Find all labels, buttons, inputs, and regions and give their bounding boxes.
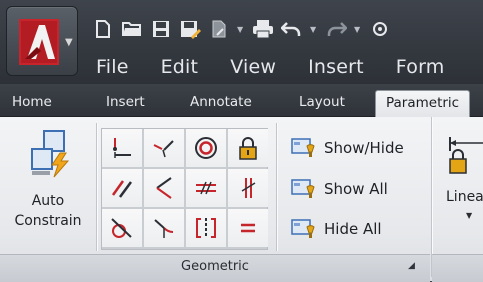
plot-icon[interactable] <box>208 18 230 40</box>
linear-dimension-icon[interactable] <box>448 133 483 183</box>
hide-all-button[interactable]: Hide All <box>290 217 382 241</box>
redo-icon[interactable] <box>325 18 347 40</box>
horizontal-button[interactable] <box>186 169 226 207</box>
save-as-icon[interactable] <box>179 18 201 40</box>
save-icon[interactable] <box>150 18 172 40</box>
menu-insert[interactable]: Insert <box>308 56 364 78</box>
show-hide-label: Show/Hide <box>324 139 404 157</box>
show-hide-button[interactable]: Show/Hide <box>290 136 404 160</box>
chevron-down-icon[interactable]: ▼ <box>237 25 245 34</box>
menu-format[interactable]: Form <box>396 56 445 78</box>
tangent-icon <box>111 218 132 238</box>
geometric-constraints-grid <box>101 128 268 250</box>
menu-view[interactable]: View <box>230 56 276 78</box>
separator <box>96 123 97 251</box>
perpendicular-icon <box>156 177 172 199</box>
auto-constrain-label-1: Auto <box>31 193 65 209</box>
separator <box>431 117 432 277</box>
menu-bar: File Edit View Insert Form <box>96 50 476 84</box>
equal-icon <box>241 223 255 233</box>
application-menu-button[interactable]: ▼ <box>6 6 78 76</box>
tab-insert[interactable]: Insert <box>106 90 145 116</box>
parallel-button[interactable] <box>102 169 142 207</box>
autocad-logo-icon <box>19 19 59 65</box>
fix-button[interactable] <box>228 129 268 167</box>
ribbon-tabs: Home Insert Annotate Layout Parametric <box>0 86 483 117</box>
fix-icon <box>239 137 257 160</box>
dialog-launcher-icon[interactable]: ◢ <box>408 261 418 271</box>
auto-constrain-label-2: Constrain <box>14 213 82 229</box>
vertical-icon <box>241 178 256 198</box>
collinear-icon <box>153 140 174 158</box>
chevron-down-icon[interactable]: ▼ <box>466 211 472 220</box>
menu-file[interactable]: File <box>96 56 129 78</box>
smooth-button[interactable] <box>144 209 184 247</box>
title-bar: ▼ ▼ ▼ ▼ File Edit View Insert Form <box>0 0 483 84</box>
panel-label: Geometric <box>181 259 249 274</box>
coincident-icon <box>113 138 131 158</box>
horizontal-icon <box>196 181 216 195</box>
equal-button[interactable] <box>228 209 268 247</box>
ribbon-panel: Auto Constrain Show/Hide Show All Hide A… <box>0 117 483 282</box>
linear-label[interactable]: Linea <box>446 189 483 205</box>
perpendicular-button[interactable] <box>144 169 184 207</box>
chevron-down-icon[interactable]: ▼ <box>310 25 318 34</box>
tab-parametric[interactable]: Parametric <box>375 90 471 117</box>
vertical-button[interactable] <box>228 169 268 207</box>
auto-constrain-icon[interactable] <box>30 129 78 181</box>
menu-edit[interactable]: Edit <box>161 56 199 78</box>
tab-annotate[interactable]: Annotate <box>190 90 252 116</box>
show-hide-icon <box>291 138 315 157</box>
workspace-icon[interactable] <box>369 18 391 40</box>
symmetric-icon <box>196 218 216 238</box>
hide-all-label: Hide All <box>324 220 382 238</box>
new-file-icon[interactable] <box>92 18 114 40</box>
show-all-button[interactable]: Show All <box>290 177 388 201</box>
geometric-panel-title: Geometric ◢ <box>0 254 430 282</box>
parallel-icon <box>111 180 133 198</box>
chevron-down-icon[interactable]: ▼ <box>354 25 362 34</box>
show-all-icon <box>291 179 315 198</box>
concentric-icon <box>195 137 217 159</box>
collinear-button[interactable] <box>144 129 184 167</box>
print-icon[interactable] <box>252 18 274 40</box>
concentric-button[interactable] <box>186 129 226 167</box>
tangent-button[interactable] <box>102 209 142 247</box>
symmetric-button[interactable] <box>186 209 226 247</box>
panel-title-bar <box>432 254 483 282</box>
smooth-icon <box>154 219 174 238</box>
tab-layout[interactable]: Layout <box>299 90 345 116</box>
open-folder-icon[interactable] <box>121 18 143 40</box>
show-all-label: Show All <box>324 180 388 198</box>
coincident-button[interactable] <box>102 129 142 167</box>
hide-all-icon <box>291 219 315 238</box>
separator <box>276 123 277 251</box>
chevron-down-icon: ▼ <box>65 37 73 48</box>
undo-icon[interactable] <box>281 18 303 40</box>
auto-constrain-button[interactable]: Auto Constrain <box>4 191 92 231</box>
tab-home[interactable]: Home <box>12 90 52 116</box>
quick-access-toolbar: ▼ ▼ ▼ <box>92 12 391 46</box>
